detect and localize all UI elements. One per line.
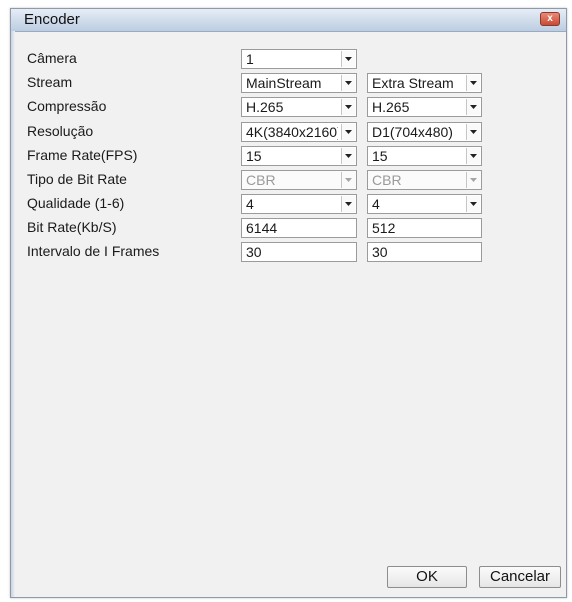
main-frame-rate-select[interactable]: 15 [241, 146, 357, 166]
encoder-dialog: Encoder x Câmera Stream Compressão Resol… [10, 8, 567, 598]
label-iframe-interval: Intervalo de I Frames [27, 243, 160, 259]
label-resolution: Resolução [27, 123, 94, 139]
main-bitrate-type-select: CBR [241, 170, 357, 190]
chevron-down-icon[interactable] [466, 124, 480, 140]
chevron-down-icon[interactable] [341, 99, 355, 115]
extra-quality-select[interactable]: 4 [367, 194, 482, 214]
chevron-down-icon [341, 172, 355, 188]
ok-button[interactable]: OK [387, 566, 467, 588]
chevron-down-icon[interactable] [341, 75, 355, 91]
dialog-title: Encoder [24, 11, 80, 28]
extra-compression-select[interactable]: H.265 [367, 97, 482, 117]
label-camera: Câmera [27, 50, 77, 66]
main-stream-select[interactable]: MainStream [241, 73, 357, 93]
label-compression: Compressão [27, 98, 107, 114]
label-quality: Qualidade (1-6) [27, 195, 125, 211]
close-button[interactable]: x [540, 12, 560, 26]
extra-resolution-value: D1(704x480) [372, 124, 453, 140]
main-quality-select[interactable]: 4 [241, 194, 357, 214]
main-resolution-value: 4K(3840x2160) [246, 124, 338, 140]
main-iframe-interval-value: 30 [246, 244, 262, 260]
main-quality-value: 4 [246, 196, 254, 212]
chevron-down-icon[interactable] [341, 196, 355, 212]
label-stream: Stream [27, 74, 73, 90]
camera-value: 1 [246, 51, 254, 67]
extra-bitrate-value: 512 [372, 220, 396, 236]
extra-iframe-interval-input[interactable]: 30 [367, 242, 482, 262]
extra-stream-select[interactable]: Extra Stream [367, 73, 482, 93]
extra-resolution-select[interactable]: D1(704x480) [367, 122, 482, 142]
extra-bitrate-type-select: CBR [367, 170, 482, 190]
chevron-down-icon[interactable] [466, 148, 480, 164]
main-iframe-interval-input[interactable]: 30 [241, 242, 357, 262]
chevron-down-icon[interactable] [341, 51, 355, 67]
extra-compression-value: H.265 [372, 99, 410, 115]
chevron-down-icon[interactable] [466, 99, 480, 115]
extra-frame-rate-select[interactable]: 15 [367, 146, 482, 166]
label-bitrate: Bit Rate(Kb/S) [27, 219, 117, 235]
main-bitrate-type-value: CBR [246, 172, 276, 188]
window-edge [11, 31, 15, 597]
extra-bitrate-type-value: CBR [372, 172, 402, 188]
close-icon: x [547, 13, 553, 24]
extra-frame-rate-value: 15 [372, 148, 388, 164]
main-resolution-select[interactable]: 4K(3840x2160) [241, 122, 357, 142]
label-frame-rate: Frame Rate(FPS) [27, 147, 138, 163]
extra-quality-value: 4 [372, 196, 380, 212]
extra-bitrate-input[interactable]: 512 [367, 218, 482, 238]
chevron-down-icon[interactable] [466, 196, 480, 212]
extra-iframe-interval-value: 30 [372, 244, 388, 260]
main-compression-select[interactable]: H.265 [241, 97, 357, 117]
label-bitrate-type: Tipo de Bit Rate [27, 171, 127, 187]
main-bitrate-value: 6144 [246, 220, 278, 236]
extra-stream-value: Extra Stream [372, 75, 454, 91]
title-bar[interactable]: Encoder x [11, 9, 566, 32]
chevron-down-icon[interactable] [341, 148, 355, 164]
camera-select[interactable]: 1 [241, 49, 357, 69]
chevron-down-icon[interactable] [341, 124, 355, 140]
main-compression-value: H.265 [246, 99, 284, 115]
chevron-down-icon[interactable] [466, 75, 480, 91]
main-frame-rate-value: 15 [246, 148, 262, 164]
cancel-button[interactable]: Cancelar [479, 566, 561, 588]
main-stream-value: MainStream [246, 75, 322, 91]
chevron-down-icon [466, 172, 480, 188]
main-bitrate-input[interactable]: 6144 [241, 218, 357, 238]
